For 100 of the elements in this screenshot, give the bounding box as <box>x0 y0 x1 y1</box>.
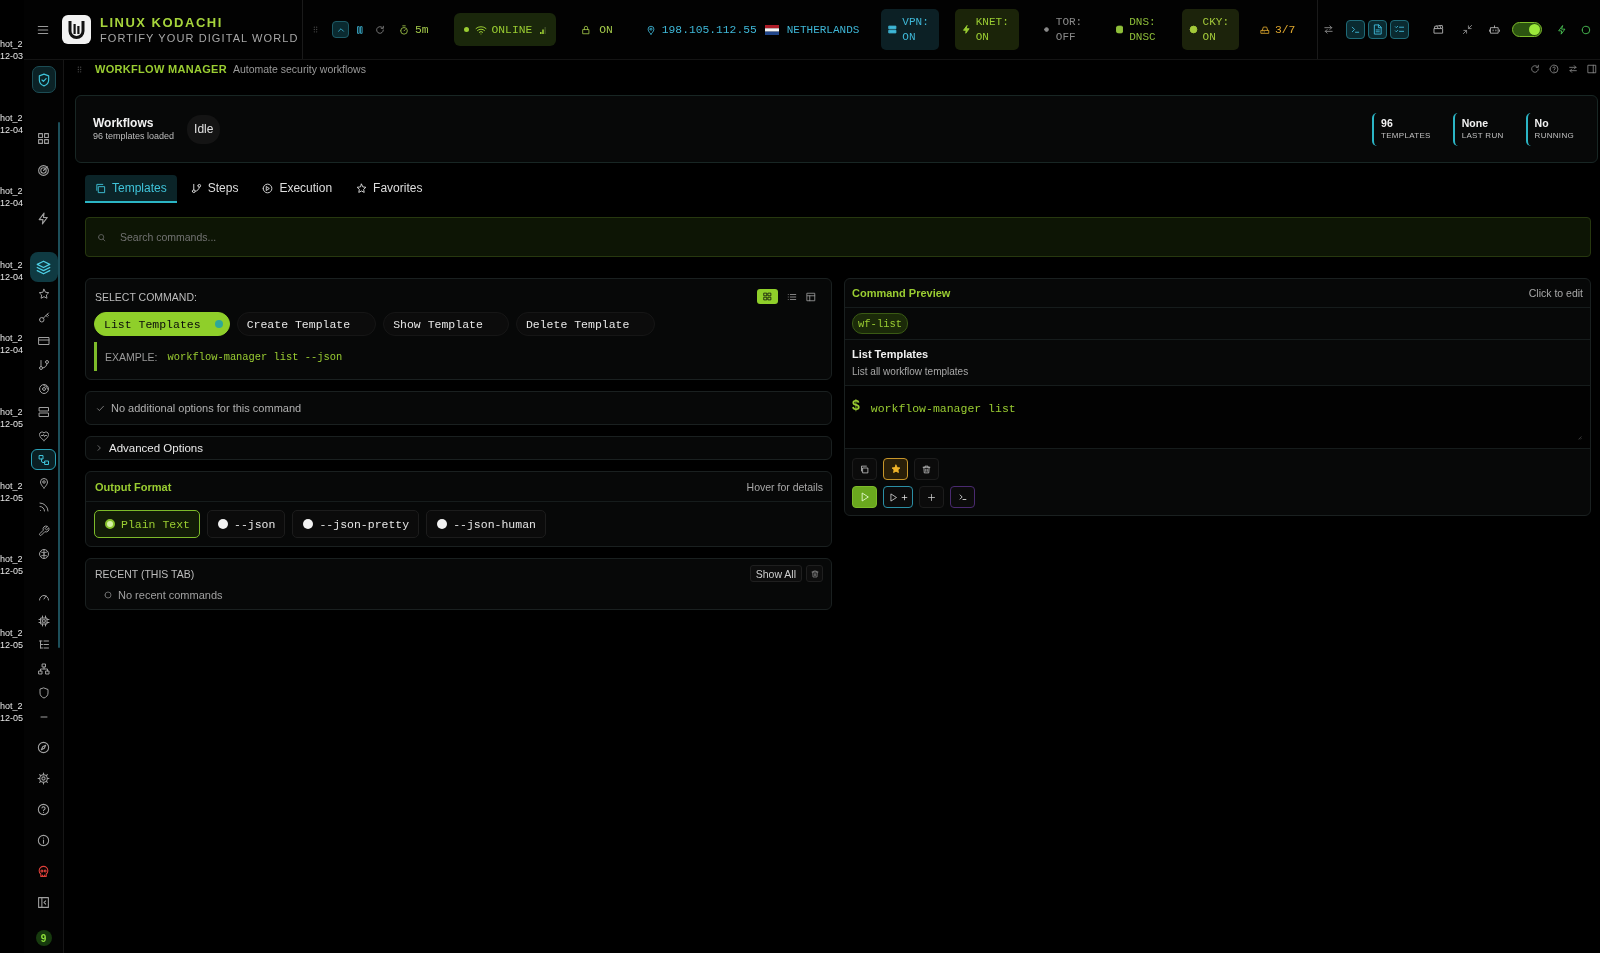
radar-icon[interactable] <box>37 163 50 177</box>
tab[interactable]: Steps <box>180 175 249 203</box>
list-tree-icon[interactable] <box>37 639 50 652</box>
stat-value: No <box>1534 117 1550 130</box>
network-status[interactable]: ONLINE <box>453 13 557 46</box>
command-chip[interactable]: List Templates <box>94 312 230 336</box>
robot-icon[interactable] <box>1489 24 1501 35</box>
view-button[interactable] <box>757 289 778 304</box>
service-status[interactable]: CKY: ON <box>1181 9 1239 50</box>
star-icon <box>890 464 901 474</box>
terminal-icon <box>957 492 968 502</box>
lightning-icon[interactable] <box>37 211 50 225</box>
search-field[interactable]: Search commands... <box>85 217 1591 257</box>
disc-icon[interactable] <box>37 382 50 395</box>
stat-value: 96 <box>1381 117 1394 130</box>
swap-icon[interactable] <box>1323 24 1335 35</box>
key-icon[interactable] <box>37 311 50 324</box>
map-pin-icon[interactable] <box>37 477 50 490</box>
command-editor[interactable]: $ workflow-manager list <box>845 386 1590 449</box>
file-date: 12-04 <box>0 123 24 136</box>
toolbar-button[interactable] <box>1346 20 1366 39</box>
star-icon[interactable] <box>37 287 50 300</box>
run-with-options-button[interactable] <box>883 486 913 508</box>
delete-button[interactable] <box>914 458 939 480</box>
service-status[interactable]: TOR: OFF <box>1034 9 1093 50</box>
slot-count: 3/7 <box>1275 23 1296 36</box>
command-chip[interactable]: Show Template <box>383 312 509 336</box>
command-name: List Templates <box>852 347 930 362</box>
toggle-switch[interactable] <box>1512 22 1543 37</box>
format-option[interactable]: --json-pretty <box>292 510 420 538</box>
hard-drive-icon <box>1260 24 1270 35</box>
ip-address: 198.105.112.55 <box>661 23 757 36</box>
stat-value: None <box>1461 117 1489 130</box>
wrench-icon[interactable] <box>37 524 50 537</box>
network-icon[interactable] <box>37 663 50 676</box>
sidebar-button[interactable] <box>31 66 56 93</box>
shield-icon[interactable] <box>37 687 50 700</box>
sidebar-toggle-icon[interactable] <box>37 896 50 910</box>
map-pin-icon <box>645 24 656 35</box>
favorite-button[interactable] <box>883 458 908 480</box>
clapperboard-icon[interactable] <box>1433 24 1445 35</box>
format-option[interactable]: --json <box>207 510 286 538</box>
radio-icon <box>303 519 314 529</box>
help-icon[interactable] <box>37 803 50 817</box>
info-icon[interactable] <box>37 834 50 848</box>
service-status[interactable]: VPN: ON <box>881 9 939 50</box>
show-all-button[interactable]: Show All <box>749 565 802 582</box>
file-name: hot_2 <box>0 258 23 271</box>
advanced-options-toggle[interactable]: Advanced Options <box>85 436 832 460</box>
swap-icon[interactable] <box>1568 64 1578 74</box>
grid-icon <box>763 292 772 301</box>
check-icon <box>96 403 105 413</box>
toolbar-button[interactable] <box>1368 20 1388 39</box>
server-icon[interactable] <box>37 406 50 419</box>
list-icon[interactable] <box>787 291 797 302</box>
card-icon[interactable] <box>37 335 50 348</box>
refresh-icon[interactable] <box>1530 64 1540 74</box>
minimize-icon[interactable] <box>1462 24 1474 35</box>
sidebar-button[interactable] <box>31 449 56 471</box>
command-chip[interactable]: Delete Template <box>515 312 656 336</box>
rss-icon[interactable] <box>37 501 50 514</box>
format-option[interactable]: Plain Text <box>94 510 200 538</box>
tab[interactable]: Templates <box>85 175 177 203</box>
drag-handle-icon[interactable] <box>312 24 319 35</box>
panel-icon[interactable] <box>1587 64 1597 74</box>
service-status[interactable]: KNET: ON <box>954 9 1019 50</box>
tab[interactable]: Execution <box>252 175 343 203</box>
skull-icon[interactable] <box>37 865 50 879</box>
format-option[interactable]: --json-human <box>426 510 546 538</box>
tool-button[interactable] <box>332 21 349 38</box>
stat-label: LAST RUN <box>1461 130 1504 141</box>
pause-icon[interactable] <box>355 24 365 35</box>
heart-pulse-icon[interactable] <box>37 429 50 442</box>
table-icon[interactable] <box>806 291 816 302</box>
terminal-icon <box>1350 24 1362 35</box>
branch-icon[interactable] <box>37 358 50 371</box>
command-text: workflow-manager list <box>870 402 1016 416</box>
play-icon <box>888 492 898 502</box>
refresh-icon[interactable] <box>375 24 385 35</box>
globe-icon[interactable] <box>37 548 50 561</box>
file-name: hot_2 <box>0 626 23 639</box>
chip-icon[interactable] <box>37 615 50 628</box>
run-button[interactable] <box>852 486 877 508</box>
resize-grip-icon[interactable] <box>1575 433 1582 440</box>
sidebar-button[interactable] <box>29 252 58 282</box>
lightning-icon[interactable] <box>1557 24 1568 35</box>
command-chip[interactable]: Create Template <box>236 312 377 336</box>
service-status[interactable]: DNS: DNSC <box>1108 9 1166 50</box>
checklist-icon <box>1394 24 1406 35</box>
clear-button[interactable] <box>806 565 823 582</box>
add-button[interactable] <box>919 486 944 508</box>
toolbar-button[interactable] <box>1390 20 1410 39</box>
settings-icon[interactable] <box>37 772 50 786</box>
plus-icon <box>927 492 936 502</box>
copy-button[interactable] <box>852 458 877 480</box>
help-icon[interactable] <box>1549 64 1559 74</box>
compass-icon[interactable] <box>37 741 50 755</box>
scrollbar[interactable] <box>58 122 60 648</box>
grid-icon[interactable] <box>37 131 50 145</box>
tab[interactable]: Favorites <box>346 175 433 203</box>
